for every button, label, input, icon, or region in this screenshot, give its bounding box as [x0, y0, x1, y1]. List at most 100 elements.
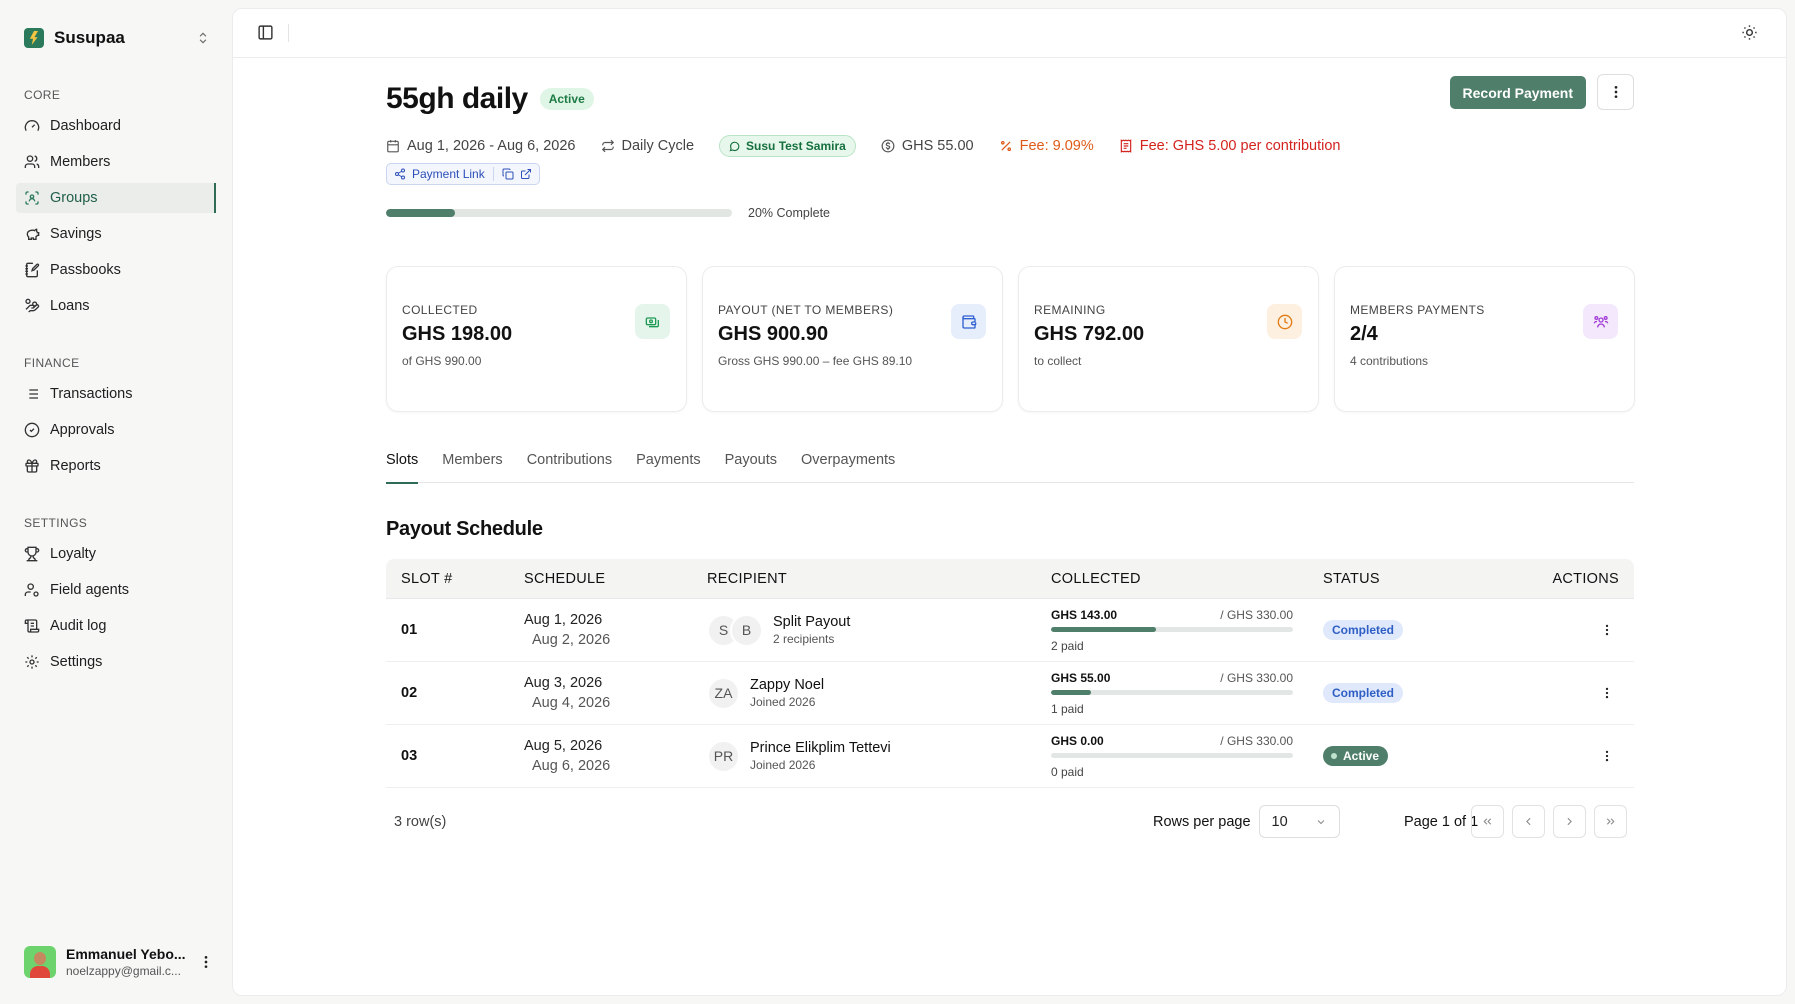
notebook-icon: [24, 262, 40, 278]
card-label: COLLECTED: [402, 303, 478, 317]
share-icon: [394, 168, 406, 180]
progress-fill: [386, 209, 456, 217]
recipient-sub: Joined 2026: [750, 695, 816, 709]
external-link-icon[interactable]: [520, 168, 532, 180]
more-vertical-icon[interactable]: [198, 954, 214, 970]
status-cell: Completed: [1323, 683, 1404, 703]
row-actions-button[interactable]: [1595, 744, 1619, 768]
group-progress: 20% Complete: [386, 206, 830, 220]
whatsapp-group-chip[interactable]: Susu Test Samira: [719, 135, 856, 157]
card-value: 2/4: [1350, 323, 1378, 345]
card-label: REMAINING: [1034, 303, 1106, 317]
sidebar-item-label: Field agents: [50, 582, 129, 598]
tab-contributions[interactable]: Contributions: [527, 452, 612, 483]
progress-text: 20% Complete: [748, 206, 830, 220]
tab-members[interactable]: Members: [442, 452, 502, 483]
table-row[interactable]: 02 Aug 3, 2026 Aug 4, 2026 ZA Zappy Noel…: [386, 662, 1634, 725]
dashboard-icon: [24, 118, 40, 134]
collected-total: / GHS 330.00: [1220, 733, 1293, 748]
last-page-button[interactable]: [1594, 805, 1627, 838]
slot-number: 02: [401, 685, 418, 701]
amount-text: GHS 55.00: [901, 138, 974, 154]
main-panel: 55gh daily Active Record Payment Aug 1, …: [232, 8, 1787, 996]
tab-slots[interactable]: Slots: [386, 452, 419, 484]
group-meta: Aug 1, 2026 - Aug 6, 2026 Daily Cycle Su…: [386, 135, 1340, 157]
paid-count: 2 paid: [1051, 638, 1084, 653]
more-vertical-icon: [1600, 749, 1614, 763]
next-page-button[interactable]: [1553, 805, 1586, 838]
cycle: Daily Cycle: [601, 138, 694, 154]
status-dot: [1331, 753, 1337, 759]
column-header: STATUS: [1323, 570, 1380, 587]
schedule-start: Aug 5, 2026: [524, 738, 603, 754]
payment-link[interactable]: Payment Link: [386, 163, 540, 185]
status-badge-active: Active: [1323, 746, 1389, 766]
sidebar-item-label: Transactions: [50, 386, 133, 402]
sidebar-item-approvals[interactable]: Approvals: [16, 415, 216, 445]
sidebar-item-label: Groups: [50, 190, 98, 206]
tab-payouts[interactable]: Payouts: [725, 452, 777, 483]
sidebar-item-loyalty[interactable]: Loyalty: [16, 539, 216, 569]
row-actions-button[interactable]: [1595, 681, 1619, 705]
gear-icon: [24, 654, 40, 670]
user-account[interactable]: Emmanuel Yebo... noelzappy@gmail.c...: [24, 946, 214, 978]
brand-logo: [24, 28, 44, 48]
rows-per-page-select[interactable]: 10: [1258, 805, 1340, 838]
tab-payments[interactable]: Payments: [636, 452, 700, 483]
collected-amount: GHS 143.00: [1051, 607, 1118, 622]
nav-section-title: FINANCE: [24, 356, 80, 370]
card-sub: of GHS 990.00: [402, 354, 482, 368]
sidebar-item-passbooks[interactable]: Passbooks: [16, 255, 216, 285]
sidebar-item-groups[interactable]: Groups: [16, 183, 216, 213]
remaining-card: REMAINING GHS 792.00 to collect: [1018, 266, 1319, 412]
nav-core: CORE Dashboard Members Groups Savings Pa…: [16, 85, 216, 321]
rows-per-page-value: 10: [1271, 813, 1288, 830]
sidebar-toggle-icon[interactable]: [257, 24, 274, 41]
collected-progress-fill: [1051, 689, 1092, 695]
payout-card: PAYOUT (NET TO MEMBERS) GHS 900.90 Gross…: [702, 266, 1003, 412]
copy-icon[interactable]: [502, 168, 514, 180]
record-payment-button[interactable]: Record Payment: [1449, 76, 1586, 109]
collected-cell: GHS 0.00 / GHS 330.00 0 paid: [1051, 734, 1293, 779]
sidebar-item-dashboard[interactable]: Dashboard: [16, 111, 216, 141]
progress-bar: [386, 209, 732, 217]
avatar: [24, 946, 56, 978]
sidebar-item-reports[interactable]: Reports: [16, 451, 216, 481]
chevrons-left-icon: [1481, 815, 1494, 828]
first-page-button[interactable]: [1471, 805, 1504, 838]
status-cell: Active: [1323, 746, 1389, 766]
collected-cell: GHS 55.00 / GHS 330.00 1 paid: [1051, 671, 1293, 716]
column-header: COLLECTED: [1051, 570, 1141, 587]
nav-finance: FINANCE Transactions Approvals Reports: [16, 353, 216, 481]
sidebar-item-members[interactable]: Members: [16, 147, 216, 177]
tab-overpayments[interactable]: Overpayments: [801, 452, 895, 483]
trophy-icon: [24, 546, 40, 562]
sidebar-item-transactions[interactable]: Transactions: [16, 379, 216, 409]
sun-icon[interactable]: [1741, 24, 1758, 41]
schedule-cell: Aug 3, 2026 Aug 4, 2026: [524, 675, 610, 711]
sidebar: Susupaa CORE Dashboard Members Groups Sa…: [0, 0, 230, 1004]
clock-icon: [1267, 304, 1302, 339]
tabs: Slots Members Contributions Payments Pay…: [386, 452, 1634, 484]
table-row[interactable]: 01 Aug 1, 2026 Aug 2, 2026 S B Split Pay…: [386, 599, 1634, 662]
row-count: 3 row(s): [394, 814, 447, 830]
receipt-icon: [1119, 139, 1133, 153]
contribution-amount: GHS 55.00: [881, 138, 974, 154]
status-badge: Completed: [1323, 683, 1404, 703]
page-title: 55gh daily: [386, 82, 528, 115]
row-actions-button[interactable]: [1595, 618, 1619, 642]
more-actions-button[interactable]: [1597, 74, 1634, 110]
table-footer: 3 row(s) Rows per page 10 Page 1 of 1: [386, 805, 1634, 839]
previous-page-button[interactable]: [1512, 805, 1545, 838]
sidebar-item-loans[interactable]: Loans: [16, 291, 216, 321]
calendar-icon: [386, 139, 400, 153]
slot-number: 01: [401, 622, 418, 638]
sidebar-item-savings[interactable]: Savings: [16, 219, 216, 249]
sidebar-item-audit-log[interactable]: Audit log: [16, 611, 216, 641]
nav-settings: SETTINGS Loyalty Field agents Audit log …: [16, 513, 216, 677]
table-row[interactable]: 03 Aug 5, 2026 Aug 6, 2026 PR Prince Eli…: [386, 725, 1634, 788]
sidebar-item-settings[interactable]: Settings: [16, 647, 216, 677]
avatar: B: [730, 613, 763, 647]
brand-switcher[interactable]: Susupaa: [24, 28, 210, 48]
sidebar-item-field-agents[interactable]: Field agents: [16, 575, 216, 605]
